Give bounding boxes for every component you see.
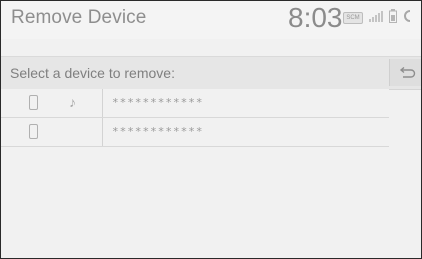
phone-icon (29, 124, 38, 144)
device-row-2[interactable]: ************ (1, 118, 389, 147)
page-title: Remove Device (11, 7, 147, 28)
select-device-prompt: Select a device to remove: (10, 65, 175, 81)
back-button[interactable] (389, 59, 421, 86)
device-name: ************ (112, 96, 204, 109)
header-bar: Remove Device 8:03 SCM (1, 1, 421, 39)
row-divider (102, 118, 103, 146)
clock: 8:03 (288, 2, 343, 33)
screen-frame: Remove Device 8:03 SCM Select a device t… (0, 0, 422, 259)
music-note-icon: ♪ (69, 94, 76, 110)
sms-badge-icon: SCM (343, 12, 363, 24)
status-icons: SCM (343, 8, 413, 28)
device-list: ♪ ************ ************ (1, 89, 389, 147)
row-divider (102, 89, 103, 117)
bluetooth-connection-icon (403, 9, 413, 28)
battery-icon (389, 8, 397, 28)
phone-icon (29, 95, 38, 115)
device-row-1[interactable]: ♪ ************ (1, 89, 389, 118)
signal-strength-icon (369, 9, 383, 27)
back-arrow-icon (399, 66, 416, 78)
device-name: ************ (112, 125, 204, 138)
list-header: Select a device to remove: (1, 56, 421, 90)
